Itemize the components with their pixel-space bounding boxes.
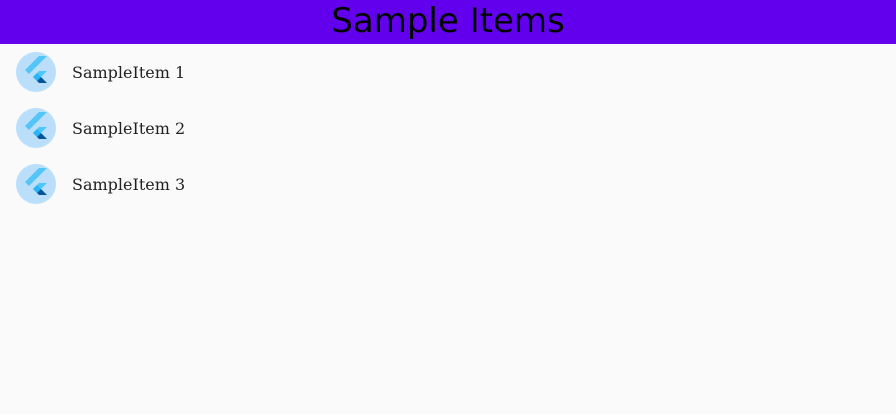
flutter-logo-icon xyxy=(25,112,47,139)
list-item-label: SampleItem 3 xyxy=(72,174,186,194)
avatar xyxy=(16,164,56,204)
list-item-label: SampleItem 2 xyxy=(72,118,186,138)
list-item[interactable]: SampleItem 1 xyxy=(0,44,896,100)
list-item-label: SampleItem 1 xyxy=(72,62,186,82)
page-title: Sample Items xyxy=(331,1,565,41)
app-bar: Sample Items xyxy=(0,0,896,44)
avatar xyxy=(16,52,56,92)
list-item[interactable]: SampleItem 3 xyxy=(0,156,896,212)
flutter-logo-icon xyxy=(25,56,47,83)
avatar xyxy=(16,108,56,148)
list-item[interactable]: SampleItem 2 xyxy=(0,100,896,156)
flutter-logo-icon xyxy=(25,168,47,195)
sample-items-list: SampleItem 1 SampleItem 2 SampleItem 3 xyxy=(0,44,896,212)
